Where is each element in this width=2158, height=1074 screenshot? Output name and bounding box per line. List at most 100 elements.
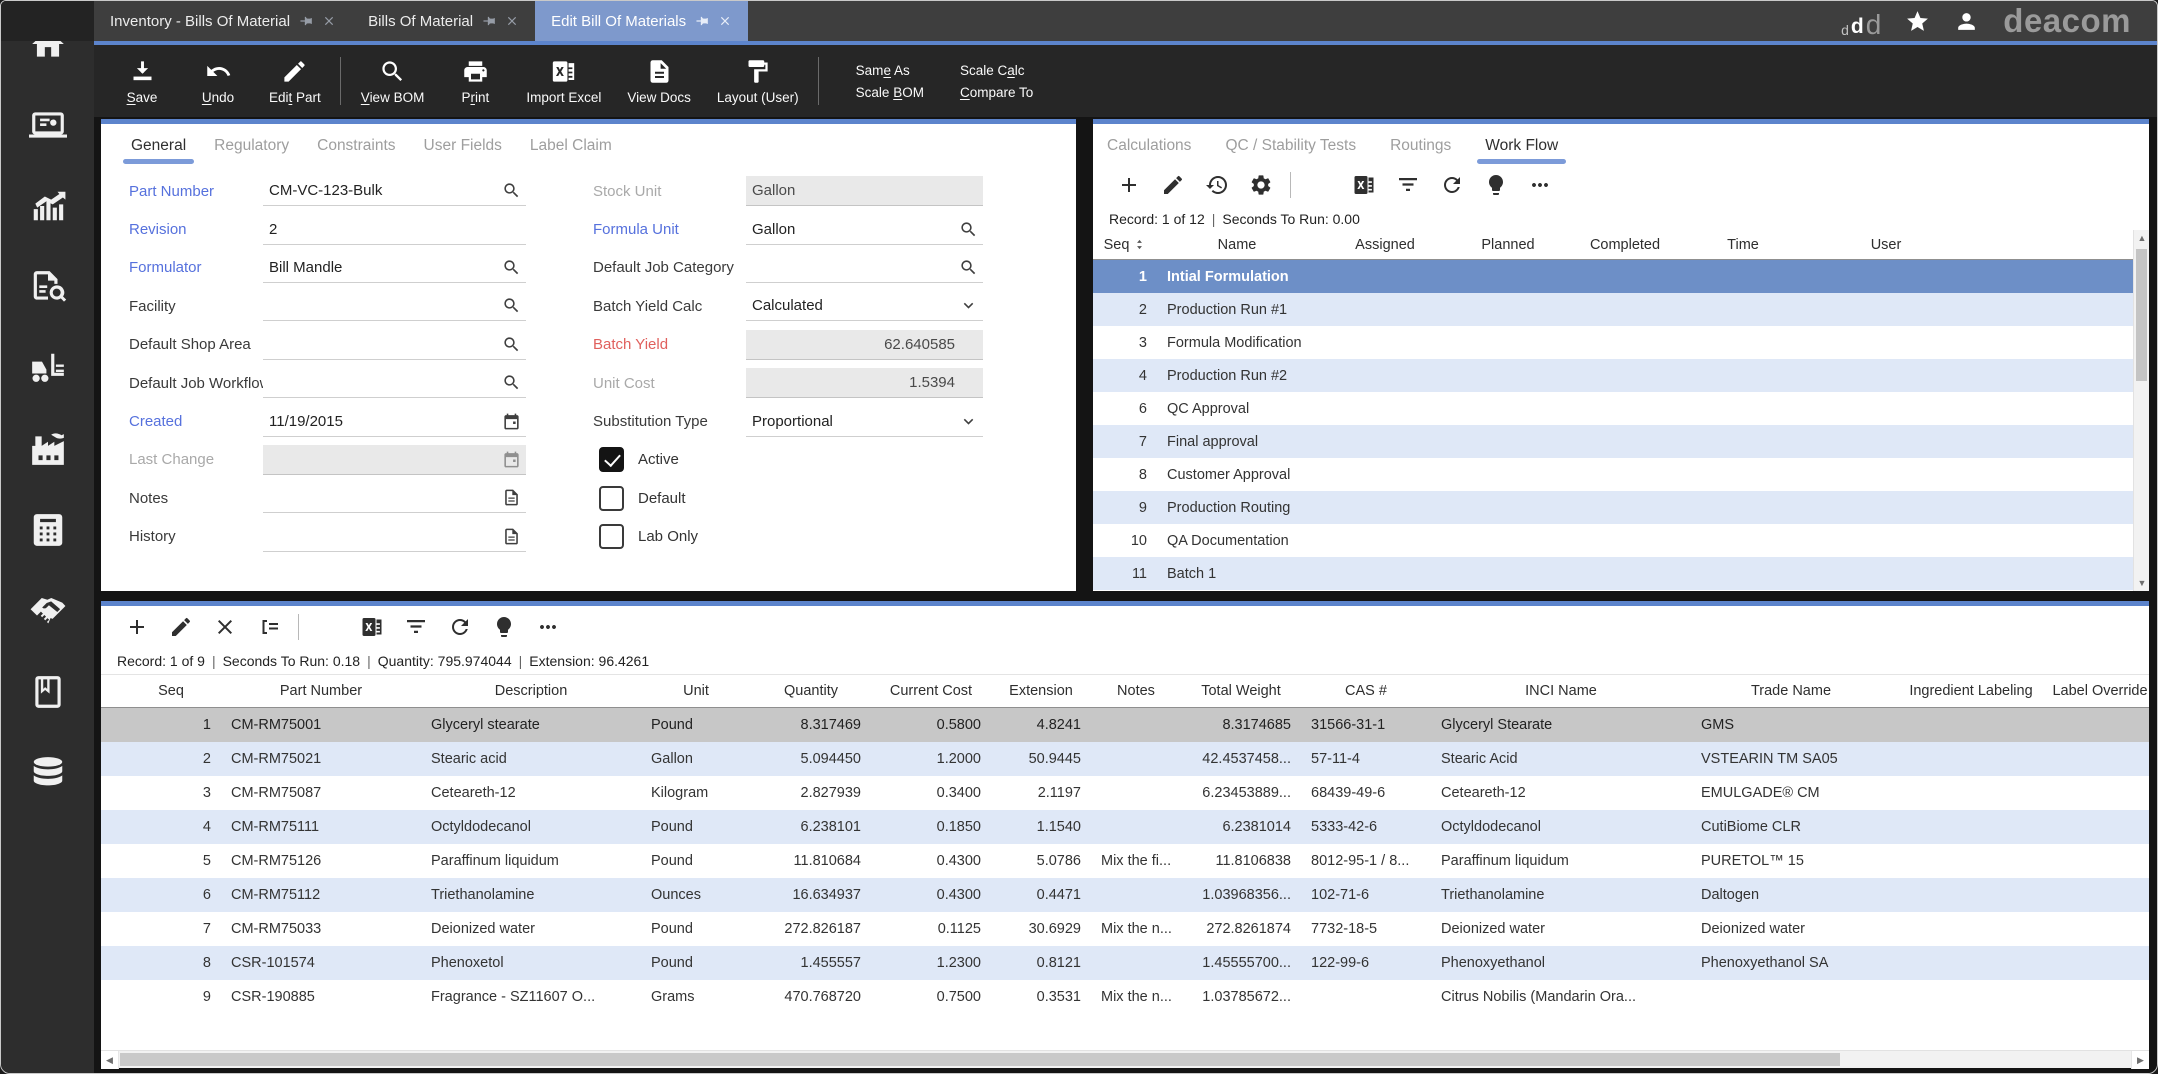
table-row-csr-190885[interactable]: 9CSR-190885Fragrance - SZ11607 O...Grams… bbox=[101, 980, 2149, 1014]
toolbar-button-layout-user[interactable]: Layout (User) bbox=[704, 45, 812, 117]
toolbar-link-scale-bom[interactable]: Scale BOM bbox=[856, 85, 924, 100]
column-header-total-weight[interactable]: Total Weight bbox=[1181, 675, 1301, 707]
scroll-up-arrow[interactable]: ▲ bbox=[2134, 230, 2150, 246]
scroll-right-arrow[interactable]: ▶ bbox=[2131, 1051, 2149, 1069]
more-icon[interactable] bbox=[1528, 173, 1552, 197]
column-header-name[interactable]: Name bbox=[1157, 230, 1317, 259]
delete-icon[interactable] bbox=[213, 615, 237, 639]
magnifier-icon[interactable] bbox=[502, 373, 521, 392]
column-header-quantity[interactable]: Quantity bbox=[751, 675, 871, 707]
table-row-formula-modification[interactable]: 3Formula Modification bbox=[1093, 326, 2133, 359]
table-row-intial-formulation[interactable]: 1Intial Formulation bbox=[1093, 260, 2133, 293]
checkbox[interactable] bbox=[599, 486, 624, 511]
column-header-planned[interactable]: Planned bbox=[1453, 230, 1563, 259]
tab-routings[interactable]: Routings bbox=[1386, 137, 1455, 164]
table-row-cm-rm75087[interactable]: 3CM-RM75087Ceteareth-12Kilogram2.8279390… bbox=[101, 776, 2149, 810]
field-input[interactable] bbox=[263, 483, 526, 513]
column-header-inci-name[interactable]: INCI Name bbox=[1431, 675, 1691, 707]
table-row-cm-rm75111[interactable]: 4CM-RM75111OctyldodecanolPound6.2381010.… bbox=[101, 810, 2149, 844]
toolbar-link-compare-to[interactable]: Compare To bbox=[960, 85, 1033, 100]
scrollbar-thumb[interactable] bbox=[120, 1053, 1840, 1066]
field-label[interactable]: Created bbox=[129, 413, 263, 430]
vertical-scrollbar[interactable]: ▲ ▼ bbox=[2133, 230, 2149, 591]
sidebar-item-purchasing-icon-purchasing[interactable] bbox=[29, 268, 67, 306]
magnifier-icon[interactable] bbox=[502, 181, 521, 200]
column-header-time[interactable]: Time bbox=[1687, 230, 1799, 259]
table-row-qa-documentation[interactable]: 10QA Documentation bbox=[1093, 524, 2133, 557]
table-row-customer-approval[interactable]: 8Customer Approval bbox=[1093, 458, 2133, 491]
indent-icon[interactable] bbox=[257, 615, 281, 639]
checkbox[interactable] bbox=[599, 524, 624, 549]
font-size-large[interactable]: d bbox=[1866, 12, 1882, 37]
sidebar-item-database-icon-database[interactable] bbox=[29, 754, 67, 792]
tab-work-flow[interactable]: Work Flow bbox=[1481, 137, 1562, 164]
calendar-icon[interactable] bbox=[502, 450, 521, 469]
table-row-csr-101574[interactable]: 8CSR-101574PhenoxetolPound1.4555571.2300… bbox=[101, 946, 2149, 980]
magnifier-icon[interactable] bbox=[502, 296, 521, 315]
field-input[interactable]: 1.5394 bbox=[746, 368, 983, 398]
table-row-production-routing[interactable]: 9Production Routing bbox=[1093, 491, 2133, 524]
field-label[interactable]: Revision bbox=[129, 221, 263, 238]
edit-icon[interactable] bbox=[169, 615, 193, 639]
excel-icon[interactable] bbox=[1352, 173, 1376, 197]
add-icon[interactable] bbox=[125, 615, 149, 639]
tab-qc-stability-tests[interactable]: QC / Stability Tests bbox=[1221, 137, 1360, 164]
scrollbar-thumb[interactable] bbox=[2136, 249, 2147, 381]
refresh-icon[interactable] bbox=[448, 615, 472, 639]
magnifier-icon[interactable] bbox=[959, 220, 978, 239]
tab-calculations[interactable]: Calculations bbox=[1103, 137, 1195, 164]
column-header-completed[interactable]: Completed bbox=[1563, 230, 1687, 259]
field-input[interactable] bbox=[746, 253, 983, 283]
magnifier-icon[interactable] bbox=[502, 258, 521, 277]
table-row-cm-rm75112[interactable]: 6CM-RM75112TriethanolamineOunces16.63493… bbox=[101, 878, 2149, 912]
field-input[interactable] bbox=[263, 330, 526, 360]
table-row-final-approval[interactable]: 7Final approval bbox=[1093, 425, 2133, 458]
toolbar-link-scale-calc[interactable]: Scale Calc bbox=[960, 63, 1033, 78]
field-input[interactable]: Gallon bbox=[746, 176, 983, 206]
toolbar-button-save[interactable]: Save bbox=[104, 45, 180, 117]
column-header-label-override[interactable]: Label Override bbox=[2051, 675, 2149, 707]
table-row-batch-1[interactable]: 11Batch 1 bbox=[1093, 557, 2133, 590]
column-header-trade-name[interactable]: Trade Name bbox=[1691, 675, 1891, 707]
tab-label-claim[interactable]: Label Claim bbox=[526, 137, 616, 164]
field-input[interactable]: 2 bbox=[263, 215, 526, 245]
table-row-cm-rm75126[interactable]: 5CM-RM75126Paraffinum liquidumPound11.81… bbox=[101, 844, 2149, 878]
table-row-cm-rm75001[interactable]: 1CM-RM75001Glyceryl stearatePound8.31746… bbox=[101, 708, 2149, 742]
column-header-ingredient-labeling[interactable]: Ingredient Labeling bbox=[1891, 675, 2051, 707]
print-icon[interactable] bbox=[1308, 173, 1332, 197]
table-row-qc-approval[interactable]: 6QC Approval bbox=[1093, 392, 2133, 425]
idea-icon[interactable] bbox=[492, 615, 516, 639]
checkbox[interactable] bbox=[599, 447, 624, 472]
font-size-medium[interactable]: d bbox=[1851, 18, 1864, 37]
field-input[interactable] bbox=[263, 445, 526, 475]
refresh-icon[interactable] bbox=[1440, 173, 1464, 197]
print-icon[interactable] bbox=[316, 615, 340, 639]
scroll-down-arrow[interactable]: ▼ bbox=[2134, 575, 2150, 591]
close-icon[interactable] bbox=[505, 14, 519, 28]
excel-icon[interactable] bbox=[360, 615, 384, 639]
chevron-down-icon[interactable] bbox=[959, 296, 978, 315]
field-label[interactable]: Formulator bbox=[129, 259, 263, 276]
settings-icon[interactable] bbox=[1249, 173, 1273, 197]
sidebar-item-handshake-icon-handshake[interactable] bbox=[29, 592, 67, 630]
field-input[interactable]: Bill Mandle bbox=[263, 253, 526, 283]
field-input[interactable]: Calculated bbox=[746, 291, 983, 321]
window-tab-inventory-bills-of-material[interactable]: Inventory - Bills Of Material bbox=[94, 1, 352, 41]
column-header-seq[interactable]: Seq bbox=[121, 675, 221, 707]
toolbar-button-print[interactable]: Print bbox=[437, 45, 513, 117]
note-icon[interactable] bbox=[502, 527, 521, 546]
table-row-production-run-1[interactable]: 2Production Run #1 bbox=[1093, 293, 2133, 326]
toolbar-button-undo[interactable]: Undo bbox=[180, 45, 256, 117]
toolbar-button-view-docs[interactable]: View Docs bbox=[614, 45, 704, 117]
column-header-cas[interactable]: CAS # bbox=[1301, 675, 1431, 707]
close-icon[interactable] bbox=[718, 14, 732, 28]
table-row-production-run-2[interactable]: 4Production Run #2 bbox=[1093, 359, 2133, 392]
toolbar-button-import-excel[interactable]: Import Excel bbox=[513, 45, 614, 117]
idea-icon[interactable] bbox=[1484, 173, 1508, 197]
sidebar-item-calculator-icon-calculator[interactable] bbox=[29, 511, 67, 549]
column-header-current-cost[interactable]: Current Cost bbox=[871, 675, 991, 707]
horizontal-scrollbar[interactable]: ◀ ▶ bbox=[101, 1050, 2149, 1068]
close-icon[interactable] bbox=[322, 14, 336, 28]
filter-icon[interactable] bbox=[1396, 173, 1420, 197]
add-icon[interactable] bbox=[1117, 173, 1141, 197]
